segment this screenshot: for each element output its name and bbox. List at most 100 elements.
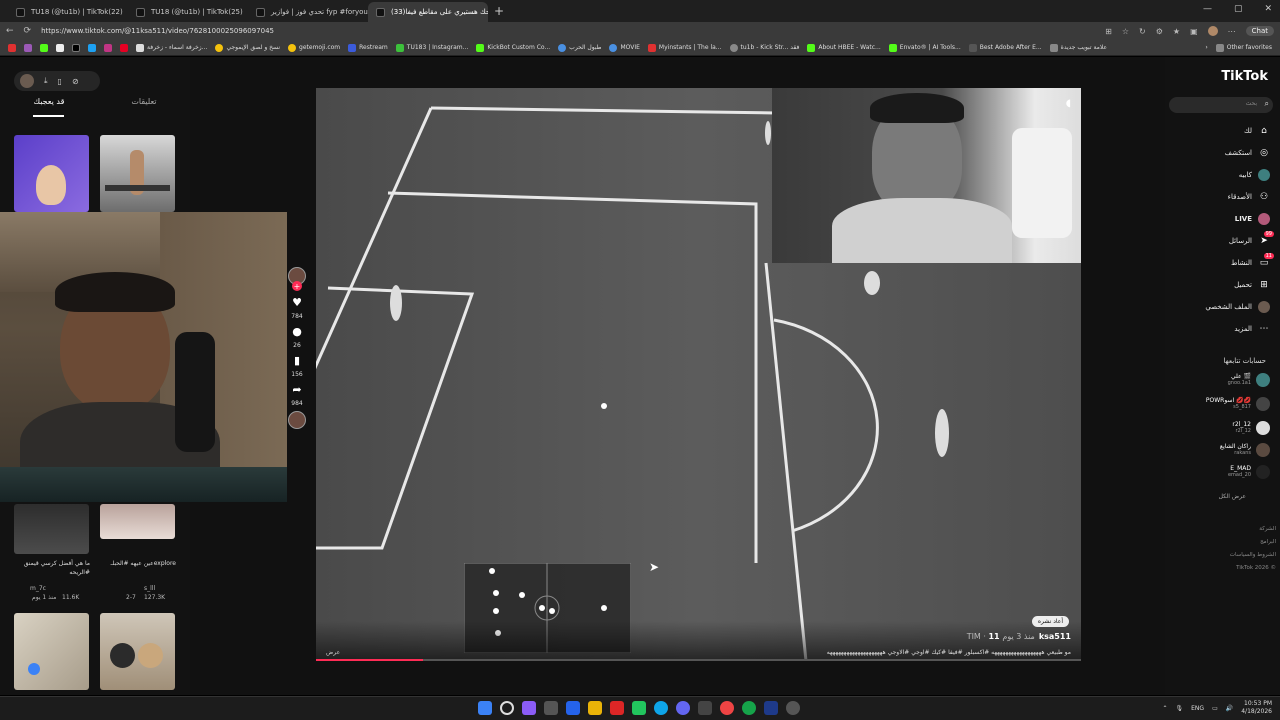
twitch-icon[interactable]: [24, 43, 32, 52]
tiktok-icon[interactable]: [72, 43, 80, 52]
menu-icon[interactable]: ⋯: [1228, 27, 1236, 36]
nav-explore[interactable]: استكشف ◎: [1225, 147, 1270, 159]
bookmark-item[interactable]: tu1b - Kick Str... فقد: [729, 43, 799, 52]
following-account[interactable]: راكان الشايع rakans: [1220, 443, 1270, 457]
bookmark-item[interactable]: زخرفة اسماء - زخرفة...: [136, 43, 207, 52]
download-icon[interactable]: ⤓: [44, 76, 48, 86]
comment-icon[interactable]: ●: [290, 324, 304, 338]
other-favorites[interactable]: Other favorites: [1215, 43, 1272, 52]
kick-icon[interactable]: [40, 43, 48, 52]
video-thumbnail[interactable]: [14, 613, 89, 690]
tab-comments[interactable]: تعليقات: [131, 97, 156, 117]
reload-icon[interactable]: ↻: [1139, 27, 1146, 36]
following-account[interactable]: E_MAD emad_20: [1228, 465, 1270, 479]
copilot-icon[interactable]: [522, 701, 536, 715]
bookmark-item[interactable]: getemoji.com: [288, 43, 340, 52]
browser-tab[interactable]: تحدي فوز | فوازير fyp #foryou#(32) | Tok…: [248, 2, 368, 22]
video-author[interactable]: TIM · منذ 3 يوم 11ksa511: [967, 632, 1071, 641]
nav-for-you[interactable]: لك ⌂: [1244, 125, 1270, 137]
following-account[interactable]: r2l_12 r2l_12: [1232, 421, 1270, 435]
volume-icon[interactable]: 🔊: [1226, 705, 1233, 712]
bookmark-item[interactable]: Envato® | AI Tools...: [888, 43, 961, 52]
video-player[interactable]: ◖ أعاد نشره TIM · منذ 3 يوم 11ksa511 مو …: [316, 88, 1081, 661]
search-icon[interactable]: [500, 701, 514, 715]
bookmark-item[interactable]: Myinstants | The la...: [647, 43, 722, 52]
nav-following[interactable]: كابيه: [1239, 169, 1270, 181]
bookmark-item[interactable]: طبول الحرب: [558, 43, 601, 52]
bookmark-item[interactable]: MOVIE: [609, 43, 640, 52]
xbox-icon[interactable]: [742, 701, 756, 715]
browser-tab[interactable]: TU18 (@tu1b) | TikTok(25) ✕: [128, 2, 248, 22]
more-link[interactable]: عرض: [326, 649, 340, 656]
settings-icon[interactable]: ⊘: [72, 77, 79, 86]
instagram-icon[interactable]: [104, 43, 112, 52]
close-window-button[interactable]: ✕: [1264, 4, 1272, 14]
nav-profile[interactable]: الملف الشخصي: [1205, 301, 1270, 313]
avatar[interactable]: [20, 74, 34, 88]
minimize-button[interactable]: —: [1203, 4, 1212, 14]
edge-icon[interactable]: [654, 701, 668, 715]
photos-icon[interactable]: [566, 701, 580, 715]
video-thumbnail[interactable]: [14, 504, 89, 554]
chevron-up-icon[interactable]: ⌃: [1162, 705, 1167, 712]
nav-upload[interactable]: تحميل ⊞: [1234, 279, 1270, 291]
browser-tab[interactable]: TU18 (@tu1b) | TikTok(22) ✕: [8, 2, 128, 22]
footer-link[interactable]: البرامج: [1230, 536, 1276, 549]
discord-icon[interactable]: [676, 701, 690, 715]
share-icon[interactable]: ➦: [290, 382, 304, 396]
clock[interactable]: 10:53 PM 4/18/2026: [1241, 700, 1272, 716]
nav-live[interactable]: LIVE: [1235, 213, 1270, 225]
tab-you-may-like[interactable]: قد يعجبك: [33, 97, 65, 117]
extensions-icon[interactable]: ⚙: [1156, 27, 1163, 36]
twitter-icon[interactable]: [88, 43, 96, 52]
video-thumbnail[interactable]: [100, 613, 175, 690]
app-icon[interactable]: [610, 701, 624, 715]
bookmark-item[interactable]: Best Adobe After E...: [968, 43, 1042, 52]
sound-icon[interactable]: ◖: [1066, 98, 1071, 109]
repost-badge[interactable]: أعاد نشره: [1031, 616, 1069, 627]
bookmark-item[interactable]: نسخ و لصق الإيموجي: [215, 43, 280, 52]
bookmark-icon[interactable]: ▮: [290, 353, 304, 367]
nav-friends[interactable]: الأصدقاء ⚇: [1228, 191, 1270, 203]
pinterest-icon[interactable]: [120, 43, 128, 52]
app-icon[interactable]: ⊞: [1105, 27, 1112, 36]
network-icon[interactable]: ▭: [1212, 705, 1218, 712]
app-icon[interactable]: [632, 701, 646, 715]
chrome-icon[interactable]: [720, 701, 734, 715]
new-tab-button[interactable]: +: [494, 4, 504, 18]
video-thumbnail[interactable]: [14, 135, 89, 212]
thumbnail-caption[interactable]: عين عيهه #الحبلـexplore: [98, 559, 176, 568]
profile-avatar[interactable]: [1207, 26, 1218, 36]
see-all-link[interactable]: عرض الكل: [1219, 493, 1246, 500]
following-account[interactable]: POWRاسو 💋💋 s5_817: [1206, 397, 1270, 411]
bookmark-item[interactable]: TU183 | Instagram...: [395, 43, 468, 52]
language-indicator[interactable]: ENG: [1191, 705, 1204, 712]
copy-icon[interactable]: ▯: [58, 77, 62, 86]
following-account[interactable]: علي 🎬 gnoo.1a1: [1228, 373, 1270, 387]
chevron-right-icon[interactable]: ›: [1205, 44, 1207, 51]
search-input[interactable]: بحث ⌕: [1169, 97, 1273, 113]
tiktok-logo[interactable]: TikTok: [1221, 69, 1268, 84]
bookmark-item[interactable]: About HBEE - Watc...: [807, 43, 881, 52]
bookmark-item[interactable]: Restream: [348, 43, 388, 52]
start-icon[interactable]: [478, 701, 492, 715]
favorites-icon[interactable]: ★: [1173, 27, 1180, 36]
back-icon[interactable]: ←: [6, 26, 14, 36]
youtube-icon[interactable]: [8, 43, 16, 52]
url-field[interactable]: https://www.tiktok.com/@11ksa511/video/7…: [41, 27, 1095, 35]
music-disc-icon[interactable]: [288, 411, 306, 429]
search-icon[interactable]: ⌕: [1265, 99, 1269, 109]
steam-icon[interactable]: [764, 701, 778, 715]
collections-icon[interactable]: ▣: [1190, 27, 1198, 36]
bookmark-item[interactable]: KickBot Custom Co...: [476, 43, 550, 52]
store-icon[interactable]: [544, 701, 558, 715]
video-progress-bar[interactable]: [316, 659, 1081, 661]
heart-icon[interactable]: ♥: [290, 295, 304, 309]
nav-activity[interactable]: النشاط ▭ 11: [1231, 253, 1274, 269]
chat-button[interactable]: Chat: [1245, 26, 1274, 36]
video-thumbnail[interactable]: [100, 504, 175, 539]
microphone-icon[interactable]: 🎙: [1176, 705, 1184, 712]
follow-plus-icon[interactable]: +: [292, 281, 302, 291]
maximize-button[interactable]: ▢: [1234, 4, 1243, 14]
refresh-icon[interactable]: ⟳: [24, 26, 32, 36]
